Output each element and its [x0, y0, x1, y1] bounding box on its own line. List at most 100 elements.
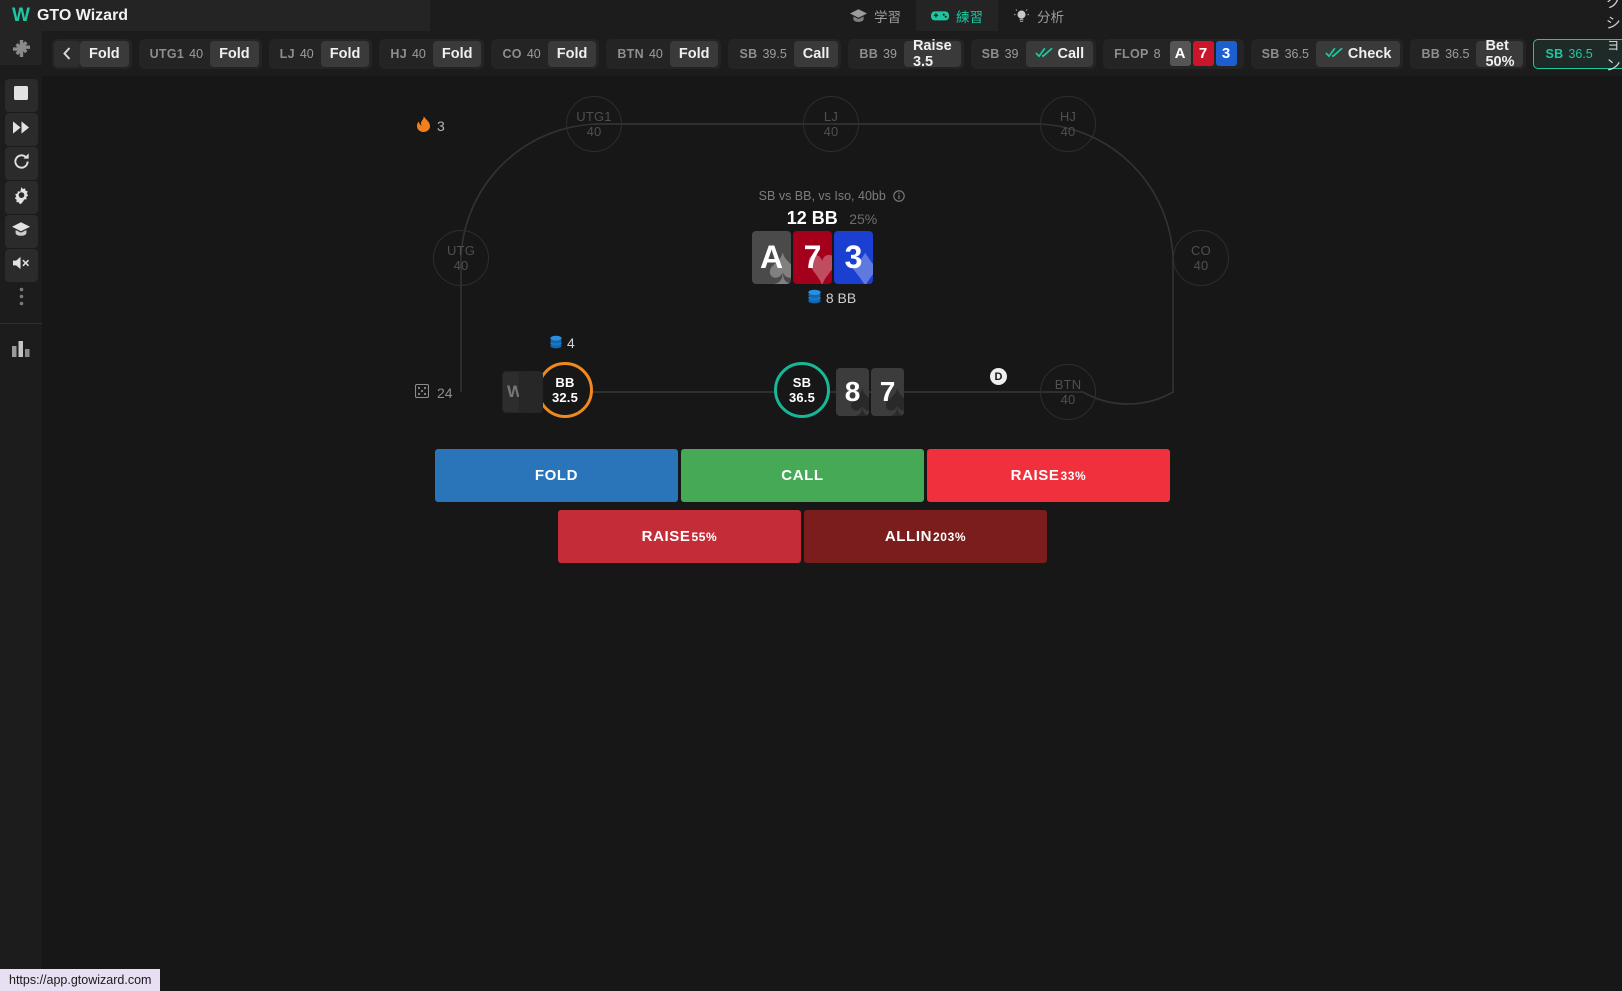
- sidebar-divider: [0, 323, 42, 324]
- history-item[interactable]: BB 39 Raise 3.5: [848, 38, 964, 70]
- seat-co[interactable]: CO 40: [1173, 230, 1229, 286]
- info-icon[interactable]: [893, 190, 906, 205]
- history-item[interactable]: HJ 40 Fold: [379, 38, 485, 69]
- study-button[interactable]: [4, 215, 38, 248]
- board-card: ♠ A: [752, 231, 791, 284]
- raise-55-button[interactable]: RAISE 55%: [558, 510, 801, 563]
- history-item-current[interactable]: SB 36.5 アクションをする: [1533, 0, 1622, 137]
- current-stack: 36.5: [1568, 46, 1593, 61]
- double-check-icon: [1034, 46, 1053, 62]
- top-bar: W GTO Wizard 学習 練習 分析: [0, 0, 1622, 31]
- villain-bet-chips: 4: [550, 334, 575, 352]
- history-action: Fold: [432, 40, 482, 67]
- history-position: BB: [859, 46, 879, 61]
- nav-item-study[interactable]: 学習: [835, 0, 916, 31]
- seat-position: UTG: [446, 243, 476, 258]
- brand[interactable]: W GTO Wizard: [0, 0, 430, 31]
- history-item[interactable]: BTN 40 Fold: [606, 38, 722, 69]
- history-back-action: Fold: [80, 40, 129, 67]
- history-action: Fold: [320, 40, 370, 67]
- stats-button[interactable]: [5, 334, 38, 367]
- chevron-left-icon[interactable]: [54, 40, 80, 67]
- raise-33-button[interactable]: RAISE 33%: [927, 449, 1170, 502]
- history-position: UTG1: [149, 46, 185, 61]
- gamepad-icon: [931, 9, 949, 22]
- left-sidebar: ‣: [0, 31, 42, 991]
- history-stack: 40: [526, 46, 541, 61]
- seat-utg[interactable]: UTG 40: [433, 230, 489, 286]
- nav-item-analysis[interactable]: 分析: [998, 0, 1079, 31]
- fast-forward-button[interactable]: [4, 113, 38, 146]
- history-stack: 40: [648, 46, 663, 61]
- history-position: SB: [981, 46, 1000, 61]
- top-nav: 学習 練習 分析: [835, 0, 1079, 31]
- allin-button[interactable]: ALLIN 203%: [804, 510, 1047, 563]
- flop-card: 7: [1192, 41, 1214, 66]
- seat-bb[interactable]: BB 32.5: [537, 362, 593, 418]
- history-item[interactable]: SB 39.5 Call: [728, 38, 842, 69]
- refresh-icon: [13, 152, 30, 175]
- more-vertical-icon: [19, 287, 24, 311]
- drag-handle-icon[interactable]: [0, 31, 42, 65]
- nav-label-analysis: 分析: [1037, 9, 1064, 25]
- dealer-button: D: [990, 368, 1007, 385]
- history-position: LJ: [279, 46, 295, 61]
- fold-button[interactable]: FOLD: [435, 449, 678, 502]
- seat-position: LJ: [823, 109, 839, 124]
- history-street-label: FLOP: [1114, 46, 1149, 61]
- poker-table-area: UTG1 40 LJ 40 HJ 40 UTG 40 CO 40 BB 32.5…: [42, 76, 1622, 991]
- hero-hole-cards: ♠ 8 ♠ 7: [836, 368, 904, 416]
- seat-position: SB: [792, 375, 812, 390]
- history-action-label: Call: [1057, 45, 1085, 62]
- history-position: BTN: [617, 46, 644, 61]
- history-position: SB: [739, 46, 758, 61]
- call-button[interactable]: CALL: [681, 449, 924, 502]
- stop-button[interactable]: [4, 79, 38, 112]
- seat-stack: 40: [453, 258, 469, 273]
- history-item[interactable]: SB 36.5 Check: [1250, 38, 1404, 69]
- history-stack: 39: [1004, 46, 1019, 61]
- history-item-flop[interactable]: FLOP 8 A 7 3: [1103, 38, 1244, 69]
- card-rank: 7: [803, 239, 822, 275]
- refresh-button[interactable]: [4, 147, 38, 180]
- pot-percent: 25%: [849, 211, 878, 227]
- pot-row: 12 BB 25%: [42, 208, 1622, 229]
- history-item[interactable]: SB 39 Call: [970, 38, 1097, 69]
- pot-chips-label: 8 BB: [825, 289, 857, 306]
- hole-card: ♠ 8: [836, 368, 869, 416]
- history-item[interactable]: UTG1 40 Fold: [138, 38, 262, 69]
- streak-counter: 3: [417, 116, 445, 135]
- board-card: ♦ 3: [834, 231, 873, 284]
- grid-icon: [414, 383, 430, 401]
- board-cards: ♠ A ♥ 7 ♦ 3: [752, 231, 873, 284]
- history-back-item[interactable]: Fold: [52, 38, 132, 69]
- seat-stack: 40: [1060, 124, 1076, 139]
- settings-button[interactable]: [4, 181, 38, 214]
- villain-bet-amount: 4: [567, 335, 575, 351]
- history-item[interactable]: LJ 40 Fold: [268, 38, 373, 69]
- seat-stack: 36.5: [788, 390, 816, 405]
- seat-stack: 40: [586, 124, 602, 139]
- graduation-cap-icon: [12, 221, 30, 242]
- history-item[interactable]: CO 40 Fold: [491, 38, 600, 69]
- history-position: BB: [1421, 46, 1441, 61]
- seat-stack: 40: [1193, 258, 1209, 273]
- history-action: Fold: [547, 40, 597, 67]
- seat-hj[interactable]: HJ 40: [1040, 96, 1096, 152]
- seat-btn[interactable]: BTN 40: [1040, 364, 1096, 420]
- history-stack: 40: [189, 46, 204, 61]
- nav-item-practice[interactable]: 練習: [916, 0, 998, 31]
- raise-55-pct: 55%: [691, 529, 718, 544]
- seat-utg1[interactable]: UTG1 40: [566, 96, 622, 152]
- history-stack: 36.5: [1445, 46, 1470, 61]
- current-position: SB: [1545, 46, 1564, 61]
- seat-sb[interactable]: SB 36.5: [774, 362, 830, 418]
- flop-card: A: [1169, 41, 1191, 66]
- history-item[interactable]: BB 36.5 Bet 50%: [1410, 38, 1527, 70]
- more-button[interactable]: [5, 283, 38, 315]
- seat-lj[interactable]: LJ 40: [803, 96, 859, 152]
- mute-button[interactable]: [4, 249, 38, 282]
- history-action: Bet 50%: [1476, 38, 1524, 70]
- seat-position: UTG1: [576, 109, 612, 124]
- history-action: Check: [1315, 40, 1401, 67]
